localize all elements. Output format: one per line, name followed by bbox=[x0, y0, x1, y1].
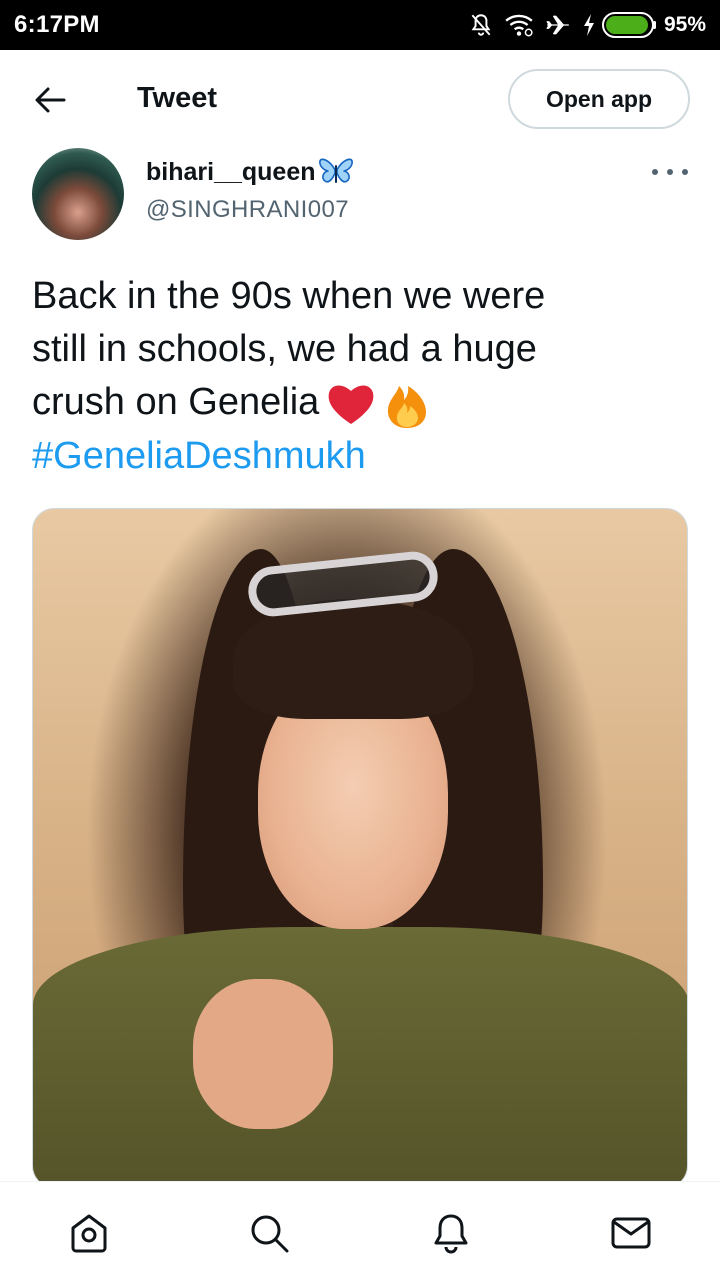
messages-icon bbox=[611, 1217, 651, 1249]
tweet-text: Back in the 90s when we were still in sc… bbox=[32, 270, 692, 483]
nav-search[interactable] bbox=[246, 1210, 292, 1256]
battery-icon bbox=[601, 12, 656, 38]
tweet-text-line: Back in the 90s when we were bbox=[32, 275, 546, 317]
tweet-header: Tweet Open app bbox=[0, 50, 720, 150]
open-app-button[interactable]: Open app bbox=[508, 69, 690, 129]
search-icon bbox=[251, 1215, 289, 1253]
tweet-text-line-with-emoji: crush on Genelia bbox=[32, 376, 692, 430]
nav-notifications[interactable] bbox=[428, 1210, 474, 1256]
back-arrow-icon bbox=[35, 87, 66, 113]
display-name[interactable]: bihari__queen bbox=[146, 158, 316, 187]
fire-icon bbox=[388, 385, 427, 428]
more-options-button[interactable] bbox=[652, 160, 688, 184]
silent-icon bbox=[471, 14, 491, 36]
status-icons: 95% bbox=[468, 11, 706, 39]
back-button[interactable] bbox=[30, 80, 70, 120]
more-dot-icon bbox=[652, 169, 658, 175]
heart-icon bbox=[328, 385, 374, 424]
tweet-image[interactable] bbox=[32, 508, 688, 1188]
notifications-icon bbox=[434, 1214, 468, 1254]
tweet-text-line: crush on Genelia bbox=[32, 381, 320, 423]
photo-shirt bbox=[33, 927, 687, 1187]
bottom-navigation bbox=[0, 1181, 720, 1280]
butterfly-icon bbox=[318, 158, 353, 183]
hashtag-link[interactable]: #GeneliaDeshmukh bbox=[32, 430, 692, 483]
tweet-text-line: still in schools, we had a huge bbox=[32, 328, 537, 370]
more-dot-icon bbox=[682, 169, 688, 175]
home-icon bbox=[71, 1214, 107, 1253]
more-dot-icon bbox=[667, 169, 673, 175]
user-handle[interactable]: @SINGHRANI007 bbox=[146, 196, 349, 224]
nav-messages[interactable] bbox=[608, 1210, 654, 1256]
airplane-mode-icon bbox=[546, 15, 569, 35]
status-time: 6:17PM bbox=[14, 11, 100, 38]
charging-icon bbox=[583, 14, 594, 36]
page-title: Tweet bbox=[137, 82, 218, 114]
photo-bangs bbox=[233, 599, 473, 719]
avatar[interactable] bbox=[32, 148, 124, 240]
display-name-row[interactable]: bihari__queen bbox=[146, 156, 354, 188]
battery: 95% bbox=[582, 11, 706, 39]
photo-hand bbox=[193, 979, 333, 1129]
status-bar: 6:17PM 95% bbox=[0, 0, 720, 50]
nav-home[interactable] bbox=[66, 1210, 112, 1256]
battery-percent: 95% bbox=[663, 13, 706, 36]
wifi-icon bbox=[505, 14, 533, 37]
